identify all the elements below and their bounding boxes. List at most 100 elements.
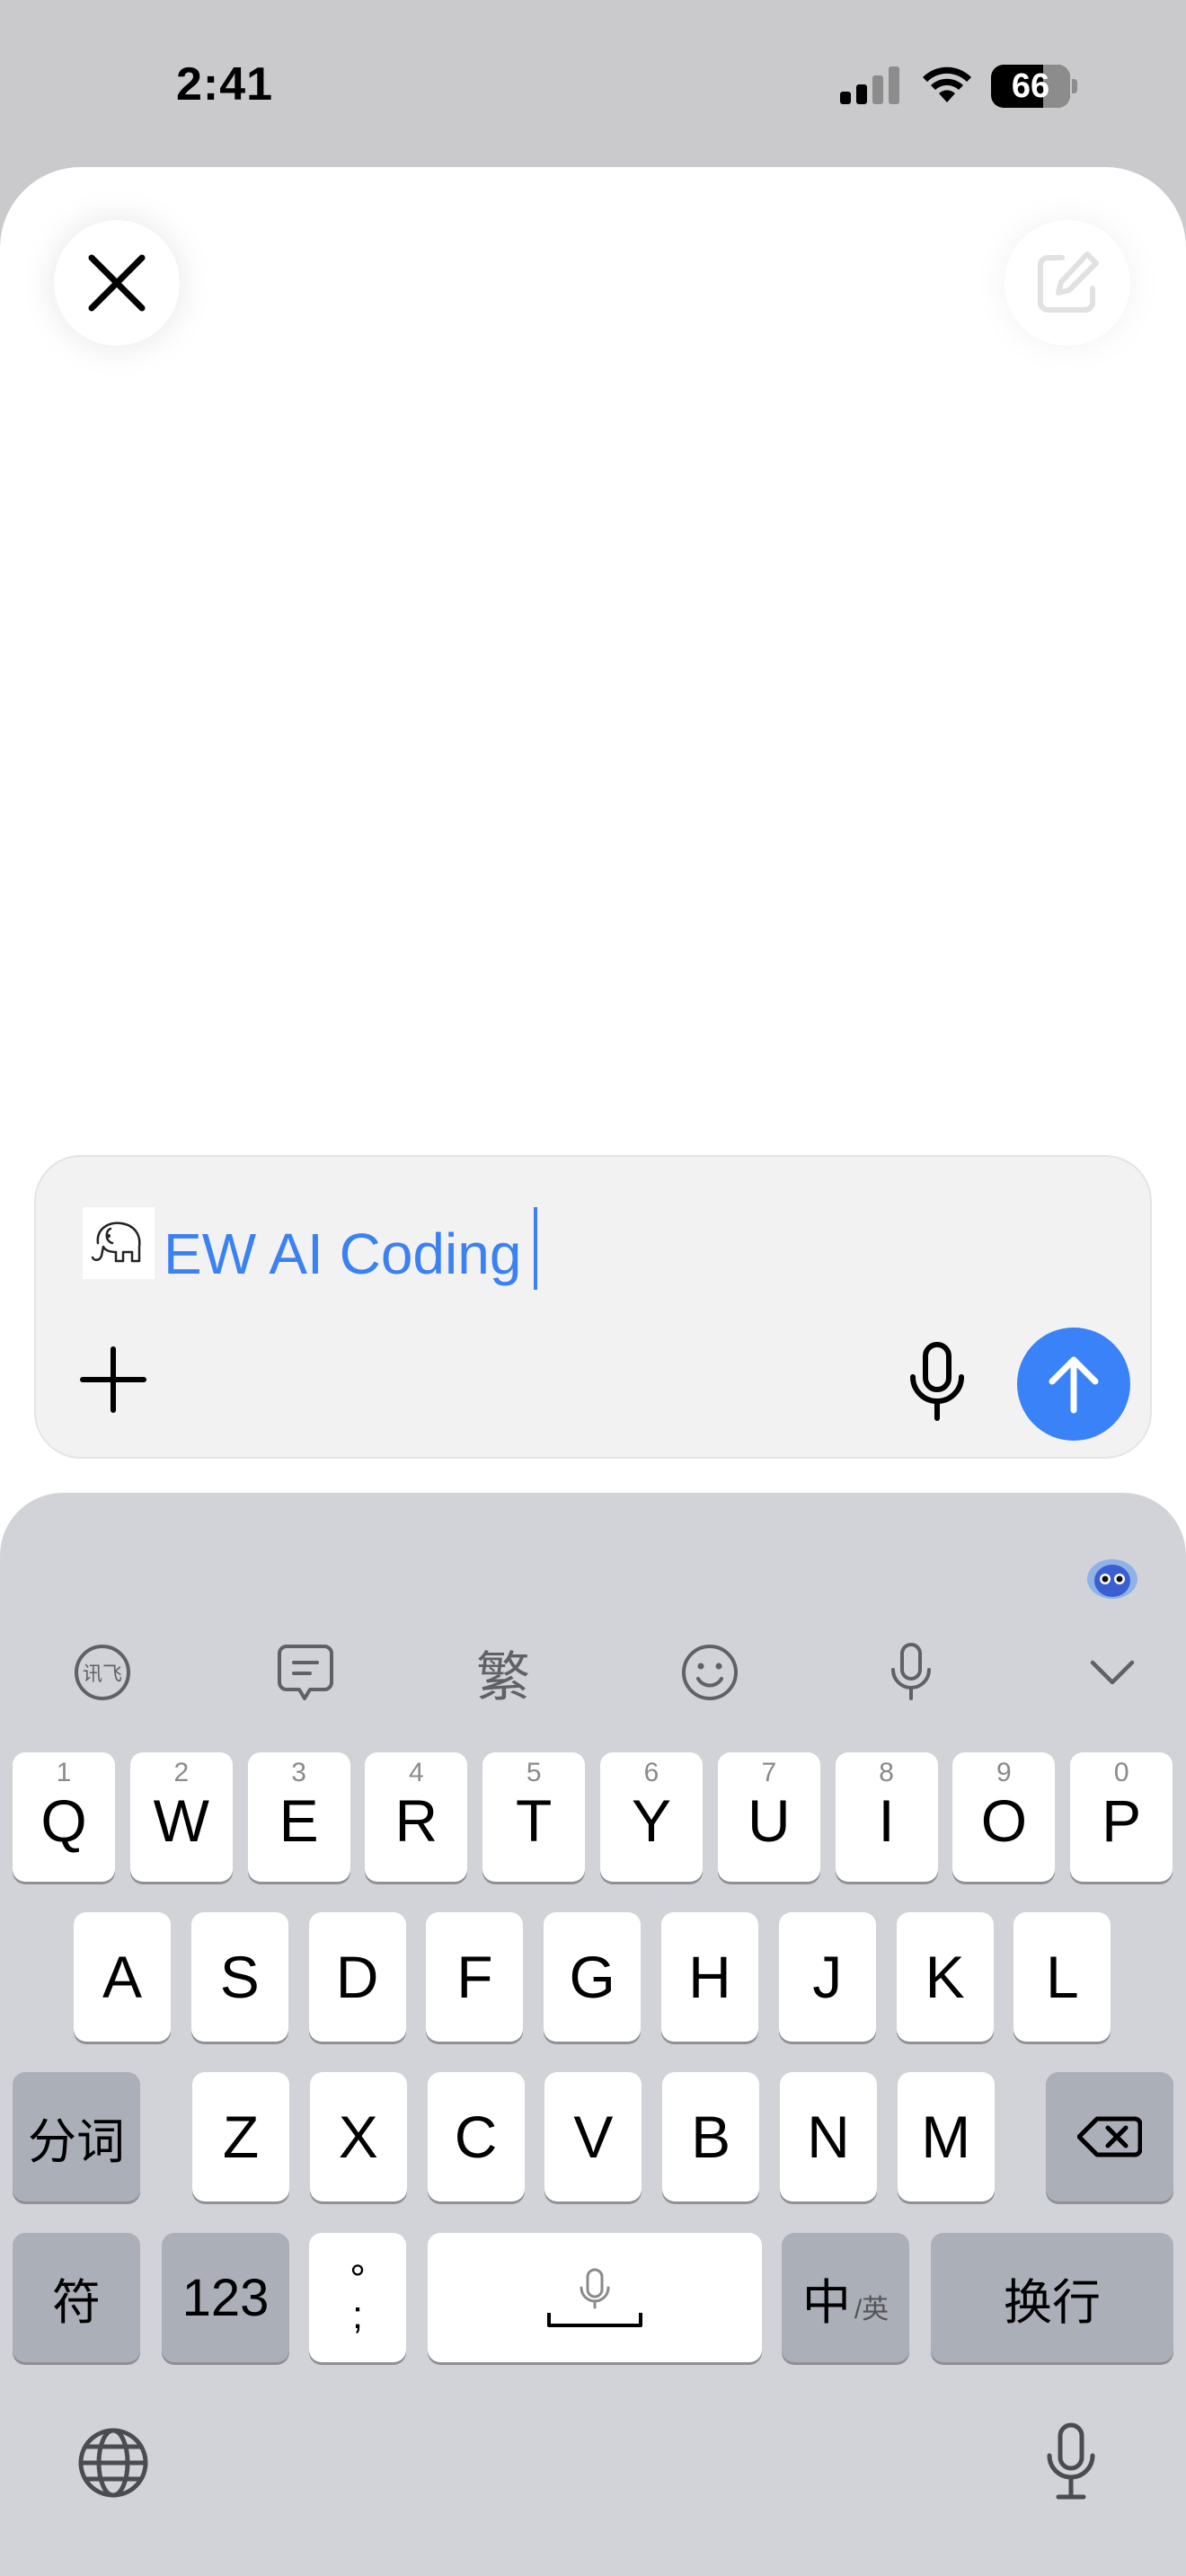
key-r[interactable]: 4R xyxy=(365,1752,468,1882)
key-c[interactable]: C xyxy=(427,2072,525,2201)
key-letter: V xyxy=(573,2104,614,2170)
key-letter: F xyxy=(456,1944,493,2010)
key-letter: I xyxy=(878,1787,895,1854)
key-number-hint: 1 xyxy=(56,1758,72,1787)
backspace-icon xyxy=(1077,2116,1142,2157)
status-bar: 2:41 66 xyxy=(0,0,1186,171)
attach-button[interactable] xyxy=(70,1337,156,1423)
key-number-hint: 2 xyxy=(173,1758,190,1787)
key-w[interactable]: 2W xyxy=(129,1752,233,1882)
battery-level: 66 xyxy=(1011,67,1050,105)
key-letter: P xyxy=(1102,1787,1142,1854)
key-letter: Q xyxy=(40,1787,87,1854)
key-d[interactable]: D xyxy=(308,1912,406,2042)
space-key[interactable] xyxy=(428,2233,762,2362)
segment-key-label: 分词 xyxy=(28,2114,125,2169)
key-number-hint: 6 xyxy=(643,1758,659,1787)
language-switch-key[interactable]: 中/英 xyxy=(782,2233,909,2362)
key-o[interactable]: 9O xyxy=(952,1752,1056,1882)
key-letter: E xyxy=(279,1787,319,1854)
key-number-hint: 4 xyxy=(409,1758,424,1787)
symbol-key[interactable]: 符 xyxy=(13,2233,140,2362)
symbol-key-label: 符 xyxy=(52,2275,101,2330)
elephant-logo-icon xyxy=(83,1207,155,1279)
key-y[interactable]: 6Y xyxy=(600,1752,703,1882)
voice-typing-icon[interactable] xyxy=(875,1636,947,1708)
send-button[interactable] xyxy=(1017,1328,1130,1441)
key-number-hint: 3 xyxy=(291,1758,306,1787)
key-letter: O xyxy=(980,1787,1028,1854)
key-number-hint: 7 xyxy=(761,1758,777,1787)
key-letter: H xyxy=(688,1944,731,2010)
battery-indicator: 66 xyxy=(991,65,1077,108)
key-j[interactable]: J xyxy=(778,1912,876,2042)
key-s[interactable]: S xyxy=(190,1912,288,2042)
traditional-label: 繁 xyxy=(476,1645,530,1709)
message-icon[interactable] xyxy=(270,1636,341,1708)
punctuation-key[interactable]: ° ; xyxy=(309,2233,406,2362)
key-letter: J xyxy=(812,1944,843,2010)
keyboard: 讯飞 繁 1Q2W3E4R5T6Y7U8I9O0P ASDFGHJKL 分词 Z… xyxy=(0,1493,1186,2576)
language-key-sub: /英 xyxy=(854,2295,890,2325)
key-letter: D xyxy=(335,1944,379,2010)
message-composer: EW AI Coding xyxy=(34,1155,1152,1459)
dictation-button[interactable] xyxy=(1044,2422,1098,2502)
dictation-mic-icon xyxy=(1047,2422,1095,2500)
key-letter: K xyxy=(925,1944,965,2010)
key-p[interactable]: 0P xyxy=(1070,1752,1173,1882)
chevron-down-icon[interactable] xyxy=(1076,1636,1148,1708)
cellular-signal-icon xyxy=(840,66,899,104)
key-v[interactable]: V xyxy=(544,2072,642,2201)
key-letter: C xyxy=(454,2104,498,2170)
space-mic-icon xyxy=(547,2268,642,2327)
key-k[interactable]: K xyxy=(896,1912,994,2042)
message-input[interactable]: EW AI Coding xyxy=(164,1207,538,1290)
key-letter: X xyxy=(338,2104,378,2170)
key-letter: B xyxy=(691,2104,731,2170)
key-letter: R xyxy=(394,1787,438,1854)
key-letter: U xyxy=(747,1787,791,1854)
key-l[interactable]: L xyxy=(1013,1912,1111,2042)
wifi-icon xyxy=(923,66,971,102)
return-key-label: 换行 xyxy=(1004,2275,1101,2330)
key-m[interactable]: M xyxy=(897,2072,995,2201)
key-h[interactable]: H xyxy=(661,1912,758,2042)
close-button[interactable] xyxy=(54,220,180,346)
key-f[interactable]: F xyxy=(426,1912,524,2042)
input-value: EW AI Coding xyxy=(164,1222,522,1286)
key-number-hint: 0 xyxy=(1113,1758,1129,1787)
key-g[interactable]: G xyxy=(544,1912,642,2042)
key-q[interactable]: 1Q xyxy=(13,1752,115,1882)
key-i[interactable]: 8I xyxy=(835,1752,938,1882)
key-e[interactable]: 3E xyxy=(247,1752,350,1882)
keyboard-mascot-icon[interactable] xyxy=(1084,1552,1141,1602)
voice-input-button[interactable] xyxy=(888,1333,987,1432)
key-letter: Y xyxy=(631,1787,672,1854)
key-u[interactable]: 7U xyxy=(717,1752,820,1882)
key-letter: Z xyxy=(222,2104,260,2170)
key-z[interactable]: Z xyxy=(192,2072,289,2201)
key-x[interactable]: X xyxy=(309,2072,407,2201)
close-icon xyxy=(88,254,146,312)
key-a[interactable]: A xyxy=(74,1912,171,2042)
ifly-logo-icon[interactable]: 讯飞 xyxy=(66,1636,138,1708)
delete-key[interactable] xyxy=(1046,2072,1173,2201)
key-b[interactable]: B xyxy=(662,2072,760,2201)
globe-button[interactable] xyxy=(77,2427,149,2499)
number-key[interactable]: 123 xyxy=(162,2233,289,2362)
number-key-label: 123 xyxy=(181,2268,270,2327)
segment-key[interactable]: 分词 xyxy=(13,2072,140,2201)
new-chat-button[interactable] xyxy=(1005,220,1130,346)
key-t[interactable]: 5T xyxy=(482,1752,586,1882)
key-letter: L xyxy=(1046,1944,1079,2010)
traditional-chinese-icon[interactable]: 繁 xyxy=(467,1636,539,1709)
punctuation-bottom: ; xyxy=(351,2293,364,2337)
return-key[interactable]: 换行 xyxy=(931,2233,1173,2362)
text-caret xyxy=(534,1207,538,1290)
language-key-main: 中 xyxy=(801,2275,851,2330)
key-letter: S xyxy=(219,1944,260,2010)
emoji-icon[interactable] xyxy=(674,1636,746,1708)
key-n[interactable]: N xyxy=(780,2072,877,2201)
key-letter: G xyxy=(569,1944,615,2010)
status-time: 2:41 xyxy=(176,58,274,110)
